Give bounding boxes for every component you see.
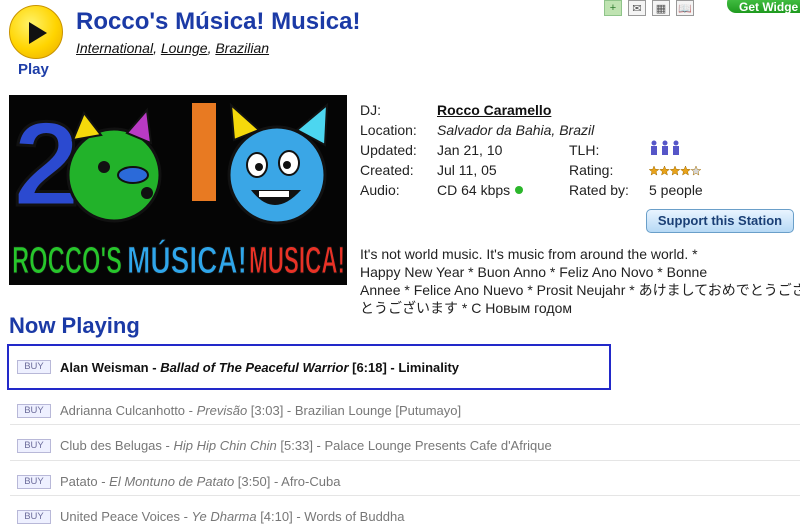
rating-label: Rating: (569, 162, 614, 178)
buy-button[interactable]: BUY (17, 360, 51, 374)
rating-star (648, 165, 660, 176)
buy-button[interactable]: BUY (17, 475, 51, 489)
updated-label: Updated: (360, 142, 417, 158)
audio-status-dot (515, 186, 524, 194)
description-line: Happy New Year * Buon Anno * Feliz Ano N… (360, 264, 708, 280)
svg-text:MUSICA!: MUSICA! (249, 240, 345, 282)
current-track-row: BUY Alan Weisman - Ballad of The Peacefu… (7, 344, 611, 390)
svg-text:MÚSICA!: MÚSICA! (127, 238, 247, 282)
track-info: Club des Belugas - Hip Hip Chin Chin [5:… (60, 438, 552, 453)
track-info: Alan Weisman - Ballad of The Peaceful Wa… (60, 360, 460, 375)
rating-stars (648, 164, 702, 180)
rating-star (659, 165, 670, 176)
play-button[interactable] (9, 5, 63, 59)
add-favorite-icon[interactable]: + (604, 0, 622, 16)
rating-star (680, 165, 691, 176)
station-artwork: 2 ROCCO'S MÚSICA! MUSICA! (9, 95, 347, 285)
audio-value: CD 64 kbps (437, 182, 511, 198)
description-line: It's not world music. It's music from ar… (360, 246, 698, 262)
genre-link-brazilian[interactable]: Brazilian (215, 40, 269, 56)
created-label: Created: (360, 162, 414, 178)
location-value: Salvador da Bahia, Brazil (437, 122, 595, 138)
track-info: Patato - El Montuno de Patato [3:50] - A… (60, 474, 341, 489)
tlh-icon (649, 140, 683, 159)
track-info: Adrianna Culcanhotto - Previsão [3:03] -… (60, 403, 462, 418)
track-info: United Peace Voices - Ye Dharma [4:10] -… (60, 509, 405, 524)
updated-value: Jan 21, 10 (437, 142, 503, 158)
toolbar-icons: + ✉ ▦ 📖 (604, 0, 694, 16)
genre-link-lounge[interactable]: Lounge (161, 40, 208, 56)
genre-links: International, Lounge, Brazilian (76, 40, 270, 56)
dj-label: DJ: (360, 102, 381, 118)
rated-by-label: Rated by: (569, 182, 629, 198)
genre-link-international[interactable]: International (76, 40, 153, 56)
support-station-button[interactable]: Support this Station (646, 209, 794, 233)
now-playing-heading: Now Playing (9, 313, 140, 338)
description-line: とうございます * С Новым годом (360, 300, 572, 316)
divider (10, 424, 800, 425)
created-value: Jul 11, 05 (437, 162, 497, 178)
book-icon[interactable]: 📖 (676, 0, 694, 16)
play-label[interactable]: Play (18, 61, 49, 78)
buy-button[interactable]: BUY (17, 510, 51, 524)
calendar-icon[interactable]: ▦ (652, 0, 670, 16)
get-widget-button[interactable]: Get Widge (727, 0, 800, 14)
rated-by-value: 5 people (649, 182, 703, 198)
station-description: It's not world music. It's music from ar… (360, 245, 800, 317)
tlh-label: TLH: (569, 142, 600, 158)
dj-name-link[interactable]: Rocco Caramello (437, 102, 551, 118)
audio-label: Audio: (360, 182, 400, 198)
buy-button[interactable]: BUY (17, 439, 51, 453)
description-line: Annee * Felice Ano Nuevo * Prosit Neujah… (360, 282, 800, 298)
rating-star (690, 165, 702, 176)
play-icon (29, 22, 47, 44)
svg-text:ROCCO'S: ROCCO'S (12, 240, 122, 282)
buy-button[interactable]: BUY (17, 404, 51, 418)
station-title: Rocco's Música! Musica! (76, 8, 361, 35)
location-label: Location: (360, 122, 417, 138)
rating-star (669, 165, 681, 176)
email-icon[interactable]: ✉ (628, 0, 646, 16)
divider (10, 495, 800, 496)
divider (10, 460, 800, 461)
